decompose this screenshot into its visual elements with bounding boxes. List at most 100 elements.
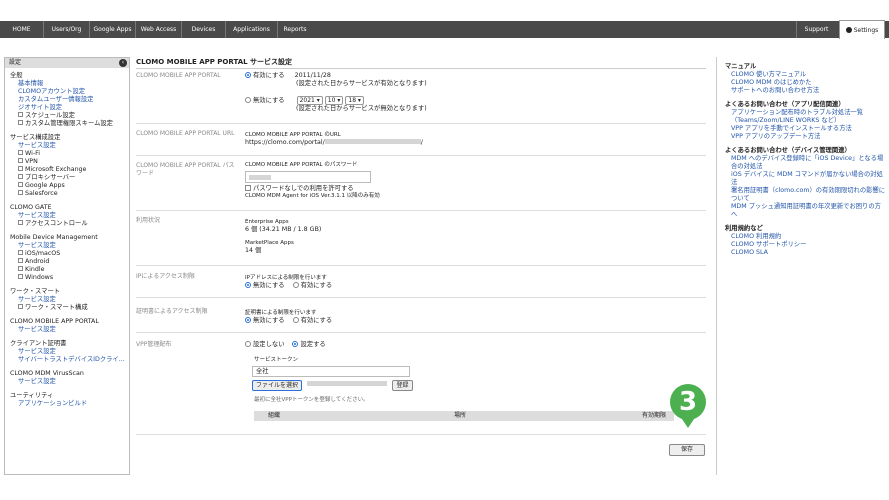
ip-on-radio[interactable] (292, 282, 299, 288)
vpp-no-option[interactable]: 設定しない (245, 341, 284, 348)
sidebar-subitem-label: Google Apps (25, 182, 65, 189)
sidebar-section-title: クライアント証明書 (10, 340, 67, 347)
sidebar-link[interactable]: サービス設定 (10, 348, 129, 356)
vpp-yes-radio[interactable] (292, 341, 299, 347)
nav-web-access[interactable]: Web Access (136, 21, 182, 38)
cert-on-option[interactable]: 有効にする (292, 317, 332, 324)
sidebar-subitem[interactable]: プロキシサーバー (10, 174, 129, 182)
nav-google-apps[interactable]: Google Apps (90, 21, 136, 38)
sidebar-subitem[interactable]: Android (10, 258, 129, 266)
sidebar-subitem[interactable]: スケジュール設定 (10, 112, 129, 120)
register-button[interactable]: 登録 (392, 380, 413, 391)
password-title: CLOMO MOBILE APP PORTAL のパスワード (245, 162, 358, 168)
help-link[interactable]: CLOMO MDM のはじめかた (725, 79, 886, 87)
help-link[interactable]: アプリケーション配布時のトラブル対処法一覧（Teams/Zoom/LINE WO… (725, 109, 886, 125)
ip-on-option[interactable]: 有効にする (292, 282, 332, 289)
help-link[interactable]: CLOMO 利用規約 (725, 233, 886, 241)
ip-off-option[interactable]: 無効にする (245, 282, 285, 289)
choose-file-button[interactable]: ファイルを選択 (252, 380, 303, 391)
allow-no-password-checkbox[interactable] (245, 185, 251, 191)
sidebar-link[interactable]: アプリケーションビルド (10, 400, 129, 408)
sidebar-subitem[interactable]: Kindle (10, 266, 129, 274)
nav-home[interactable]: HOME (0, 21, 44, 38)
cert-on-radio[interactable] (292, 317, 299, 323)
day-select[interactable]: 18 ▾ (345, 96, 364, 105)
help-link[interactable]: サポートへのお問い合わせ方法 (725, 87, 886, 95)
nav-support[interactable]: Support (796, 21, 836, 38)
sidebar-link[interactable]: サービス設定 (10, 212, 129, 220)
help-link[interactable]: MDM プッシュ通知用証明書の年次更新でお困りの方へ (725, 203, 886, 219)
nav-applications[interactable]: Applications (226, 21, 278, 38)
sidebar-subitem[interactable]: アクセスコントロール (10, 220, 129, 228)
help-link[interactable]: VPP アプリのアップデート方法 (725, 133, 886, 141)
ip-restriction-options: 無効にする 有効にする (245, 282, 332, 290)
cert-off-radio[interactable] (245, 317, 251, 323)
sidebar-subitem-label: Wi-Fi (25, 150, 41, 157)
sidebar-link[interactable]: CLOMOアカウント設定 (10, 88, 129, 96)
sidebar-subitem[interactable]: Microsoft Exchange (10, 166, 129, 174)
sidebar-link[interactable]: サービス設定 (10, 326, 129, 334)
ip-off-radio[interactable] (245, 282, 251, 288)
help-section-title: 利用規約など (725, 225, 763, 232)
sidebar-subitem[interactable]: Salesforce (10, 190, 129, 198)
help-link[interactable]: CLOMO 使い方マニュアル (725, 71, 886, 79)
vpp-yes-option[interactable]: 設定する (292, 341, 326, 348)
help-link[interactable]: VPP アプリを手動でインストールする方法 (725, 125, 886, 133)
enable-radio[interactable] (245, 72, 251, 78)
step-badge: 3 (670, 384, 706, 420)
sidebar-subitem[interactable]: iOS/macOS (10, 250, 129, 258)
help-link[interactable]: MDM へのデバイス登録時に「iOS Device」となる場合の対処法 (725, 155, 886, 171)
col-place: 場所 (454, 412, 467, 419)
sidebar-link[interactable]: サービス設定 (10, 142, 129, 150)
help-section-title: よくあるお問い合わせ（デバイス管理関連） (725, 147, 851, 154)
expand-icon (18, 190, 23, 195)
save-button[interactable]: 保存 (669, 444, 705, 456)
help-link[interactable]: CLOMO SLA (725, 249, 886, 257)
vpp-token-table-header: 組織 場所 有効期限 (254, 411, 674, 421)
password-input[interactable] (245, 171, 371, 183)
portal-url-row: CLOMO MOBILE APP PORTAL URL CLOMO MOBILE… (136, 124, 706, 156)
service-token-input[interactable]: 全社 (252, 366, 410, 377)
enterprise-apps-title: Enterprise Apps (245, 219, 289, 225)
help-link[interactable]: CLOMO サポートポリシー (725, 241, 886, 249)
help-link[interactable]: 署名用証明書（clomo.com）の有効期限切れの影響について (725, 187, 886, 203)
col-expiry: 有効期限 (642, 412, 667, 419)
allow-no-password-option[interactable]: パスワードなしでの利用を許可する (245, 185, 380, 193)
sidebar-link[interactable]: カスタムユーザー情報設定 (10, 96, 129, 104)
sidebar-link[interactable]: サービス設定 (10, 378, 129, 386)
sidebar-section-clomo-gate: CLOMO GATE サービス設定 アクセスコントロール (5, 204, 129, 228)
service-token-value: 全社 (256, 368, 269, 375)
nav-settings-tab[interactable]: Settings (839, 20, 885, 39)
help-section-title: マニュアル (725, 63, 757, 70)
cert-off-option[interactable]: 無効にする (245, 317, 285, 324)
sidebar-link[interactable]: ジオサイト設定 (10, 104, 129, 112)
disable-radio[interactable] (245, 97, 251, 103)
help-link[interactable]: iOS デバイスに MDM コマンドが届かない場合の対処法 (725, 171, 886, 187)
allow-no-password-label: パスワードなしでの利用を許可する (253, 185, 354, 192)
vpp-register-note: 最初に全社VPPトークンを登録してください。 (254, 397, 369, 403)
collapse-icon[interactable]: ‹ (119, 59, 127, 67)
redacted-url (324, 139, 421, 144)
sidebar-subitem[interactable]: カスタム管理権限スキーム設定 (10, 120, 129, 128)
sidebar-link[interactable]: サービス設定 (10, 242, 129, 250)
page-title: CLOMO MOBILE APP PORTAL サービス設定 (136, 57, 706, 69)
nav-users-org[interactable]: Users/Org (44, 21, 90, 38)
sidebar-link[interactable]: サービス設定 (10, 296, 129, 304)
disable-option[interactable]: 無効にする 2021 ▾ 10 ▾ 18 ▾ (245, 96, 427, 105)
vpp-no-radio[interactable] (245, 341, 251, 347)
sidebar-link[interactable]: 基本情報 (10, 80, 129, 88)
nav-reports[interactable]: Reports (278, 21, 312, 38)
sidebar-header: 設定 ‹ (5, 58, 129, 68)
sidebar-link[interactable]: サイバートラストデバイスIDクライ... (10, 356, 129, 364)
month-select[interactable]: 10 ▾ (324, 96, 344, 105)
nav-devices[interactable]: Devices (182, 21, 226, 38)
portal-url-title: CLOMO MOBILE APP PORTAL のURL (245, 132, 341, 138)
sidebar-subitem[interactable]: ワーク・スマート構成 (10, 304, 129, 312)
vpp-yes-label: 設定する (300, 341, 326, 348)
sidebar-subitem[interactable]: VPN (10, 158, 129, 166)
sidebar-subitem[interactable]: Google Apps (10, 182, 129, 190)
year-select[interactable]: 2021 ▾ (296, 96, 323, 105)
enable-option[interactable]: 有効にする 2011/11/28 (245, 72, 427, 80)
sidebar-subitem[interactable]: Windows (10, 274, 129, 282)
sidebar-subitem[interactable]: Wi-Fi (10, 150, 129, 158)
